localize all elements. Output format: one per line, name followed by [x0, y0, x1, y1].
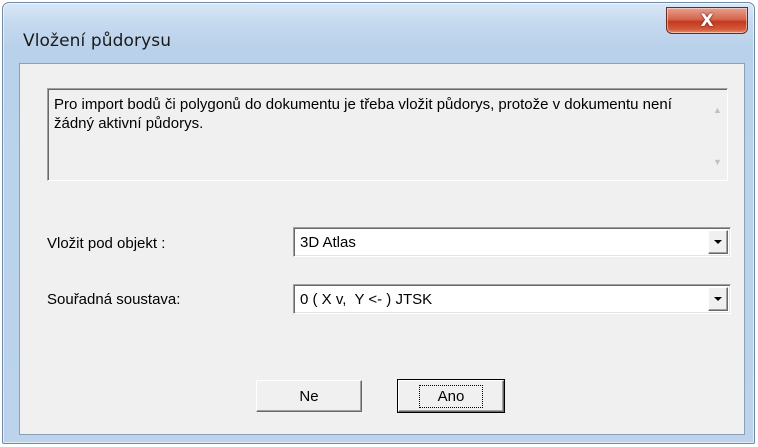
- scroll-up-icon[interactable]: ▲: [709, 101, 726, 118]
- window-title: Vložení půdorysu: [23, 31, 172, 51]
- close-button[interactable]: X: [666, 7, 748, 34]
- object-dropdown-button[interactable]: [708, 230, 728, 254]
- object-select-value: 3D Atlas: [300, 234, 356, 251]
- message-box: Pro import bodů či polygonů do dokumentu…: [47, 88, 728, 181]
- coord-label: Souřadná soustava:: [47, 291, 181, 308]
- yes-button-label: Ano: [418, 384, 484, 408]
- coord-select-value: 0 ( X v, Y <- ) JTSK: [300, 291, 433, 308]
- no-button-label: Ne: [299, 387, 319, 405]
- object-select[interactable]: 3D Atlas: [293, 227, 731, 257]
- coord-dropdown-button[interactable]: [708, 287, 728, 311]
- dialog-window: Vložení půdorysu X Pro import bodů či po…: [2, 2, 755, 444]
- chevron-down-icon: [714, 297, 722, 301]
- dialog-body: Pro import bodů či polygonů do dokumentu…: [19, 63, 745, 435]
- scroll-down-icon[interactable]: ▼: [709, 153, 726, 170]
- coord-select[interactable]: 0 ( X v, Y <- ) JTSK: [293, 284, 731, 314]
- chevron-down-icon: [714, 240, 722, 244]
- yes-button[interactable]: Ano: [397, 379, 505, 413]
- object-label: Vložit pod objekt :: [47, 235, 166, 252]
- close-icon: X: [700, 10, 714, 31]
- no-button[interactable]: Ne: [256, 380, 362, 412]
- message-text: Pro import bodů či polygonů do dokumentu…: [54, 96, 672, 132]
- message-scrollbar[interactable]: ▲ ▼: [709, 91, 726, 179]
